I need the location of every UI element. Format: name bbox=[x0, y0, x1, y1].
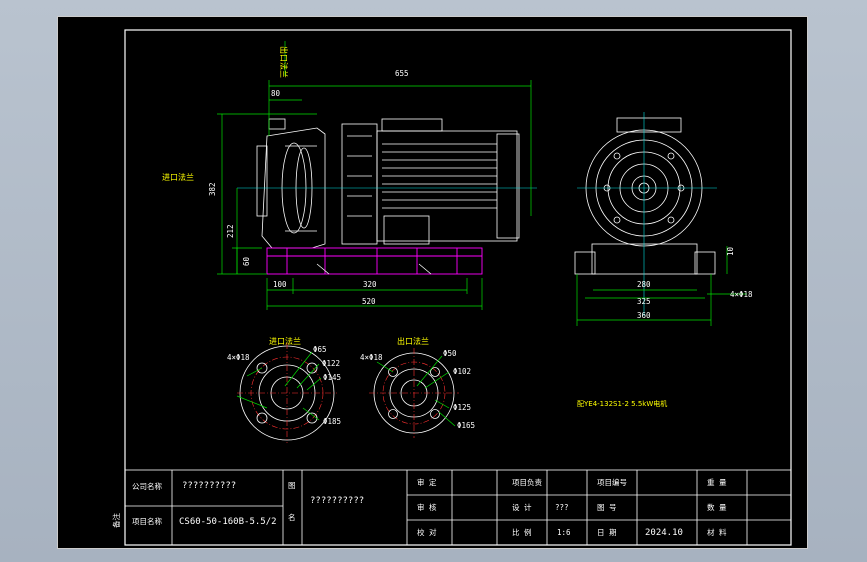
tb-r3c4: 日 期 bbox=[597, 528, 617, 537]
dim-212: 212 bbox=[226, 224, 235, 238]
project-label: 项目名称 bbox=[132, 516, 162, 526]
tb-r1c2: 项目负责 bbox=[512, 477, 542, 487]
dim-280: 280 bbox=[637, 280, 651, 289]
drawing-name-label-2: 名 bbox=[288, 512, 296, 522]
company-value: ?????????? bbox=[182, 481, 236, 491]
inlet-nozzle bbox=[256, 145, 268, 217]
tb-r2c2: 设 计 bbox=[512, 502, 532, 512]
motor-fan-cover bbox=[496, 133, 520, 239]
dim-520: 520 bbox=[362, 297, 376, 306]
terminal-box bbox=[381, 118, 443, 132]
motor-foot bbox=[383, 215, 430, 245]
title-block: 公司名称 ?????????? 项目名称 CS60-50-160B-5.5/2 … bbox=[111, 469, 792, 546]
dim-360: 360 bbox=[637, 311, 651, 320]
pump-bracket bbox=[341, 123, 378, 245]
motor-fins bbox=[382, 143, 497, 209]
outlet-d102: Φ102 bbox=[453, 367, 471, 376]
dim-10: 10 bbox=[726, 246, 735, 256]
outer-frame bbox=[57, 16, 808, 549]
tb-r3c6: 材 料 bbox=[707, 527, 727, 537]
outlet-flange-title: 出口法兰 bbox=[397, 336, 429, 346]
inlet-flange-callout: 进口法兰 bbox=[162, 172, 194, 182]
tb-r2c5: 数 量 bbox=[707, 502, 727, 512]
remarks-label: 备注 bbox=[111, 513, 121, 528]
motor-body bbox=[376, 130, 518, 242]
dim-80: 80 bbox=[271, 89, 281, 98]
base-bolts bbox=[316, 263, 432, 275]
outlet-d50: Φ50 bbox=[443, 349, 457, 358]
tb-r3c3: 1:6 bbox=[557, 528, 571, 537]
tb-r3c1: 校 对 bbox=[417, 527, 437, 537]
tb-r3c5: 2024.10 bbox=[645, 528, 683, 538]
outlet-flange-detail: 出口法兰 4×Φ18 Φ50 Φ102 Φ125 Φ165 bbox=[360, 336, 475, 438]
inner-frame bbox=[124, 29, 792, 546]
side-dim-lines bbox=[576, 246, 747, 326]
inlet-d122: Φ122 bbox=[322, 359, 340, 368]
side-view: 280 325 360 10 4×Φ18 bbox=[574, 112, 753, 326]
engineering-drawing: 655 80 382 212 60 100 320 520 进口法兰 出口法兰 bbox=[57, 16, 808, 549]
tb-r1c3: 项目编号 bbox=[597, 477, 627, 487]
tb-r2c3: ??? bbox=[555, 503, 569, 512]
side-base bbox=[591, 243, 698, 275]
main-dim-lines bbox=[217, 41, 532, 310]
dim-100: 100 bbox=[273, 280, 287, 289]
bracket-lines bbox=[347, 135, 372, 217]
inlet-flange-title: 进口法兰 bbox=[269, 336, 301, 346]
inlet-flange-detail: 进口法兰 4×Φ18 Φ65 Φ122 Φ145 Φ185 bbox=[227, 336, 341, 443]
drawing-sheet: 655 80 382 212 60 100 320 520 进口法兰 出口法兰 bbox=[57, 16, 808, 549]
inlet-leaders bbox=[236, 351, 322, 421]
side-bolts-label: 4×Φ18 bbox=[730, 290, 753, 299]
dim-320: 320 bbox=[363, 280, 377, 289]
dim-60: 60 bbox=[242, 256, 251, 266]
inlet-d65: Φ65 bbox=[313, 345, 327, 354]
inlet-d185: Φ185 bbox=[323, 417, 341, 426]
project-value: CS60-50-160B-5.5/2 bbox=[179, 517, 277, 527]
side-foot-right bbox=[694, 251, 716, 275]
base-frame bbox=[266, 247, 483, 275]
outlet-d165: Φ165 bbox=[457, 421, 475, 430]
tb-r2c1: 审 核 bbox=[417, 502, 437, 512]
inlet-d145: Φ145 bbox=[323, 373, 341, 382]
dim-325: 325 bbox=[637, 297, 651, 306]
dim-655: 655 bbox=[395, 69, 409, 78]
outlet-flange-callout: 出口法兰 bbox=[279, 46, 289, 78]
tb-r2c4: 图 号 bbox=[597, 503, 617, 512]
tb-r1c1: 审 定 bbox=[417, 477, 437, 487]
main-view: 655 80 382 212 60 100 320 520 进口法兰 出口法兰 bbox=[162, 41, 537, 310]
inlet-bolts-label: 4×Φ18 bbox=[227, 353, 250, 362]
motor-note: 配YE4-132S1-2 5.5kW电机 bbox=[577, 399, 667, 408]
drawing-name-value: ?????????? bbox=[310, 496, 364, 506]
outlet-d125: Φ125 bbox=[453, 403, 471, 412]
tb-r1c4: 重 量 bbox=[707, 478, 727, 487]
tb-r3c2: 比 例 bbox=[512, 527, 532, 537]
drawing-name-label-1: 图 bbox=[288, 481, 296, 490]
outlet-nozzle bbox=[268, 118, 286, 130]
dim-382: 382 bbox=[208, 182, 217, 196]
company-label: 公司名称 bbox=[132, 481, 162, 491]
outlet-bolts-label: 4×Φ18 bbox=[360, 353, 383, 362]
